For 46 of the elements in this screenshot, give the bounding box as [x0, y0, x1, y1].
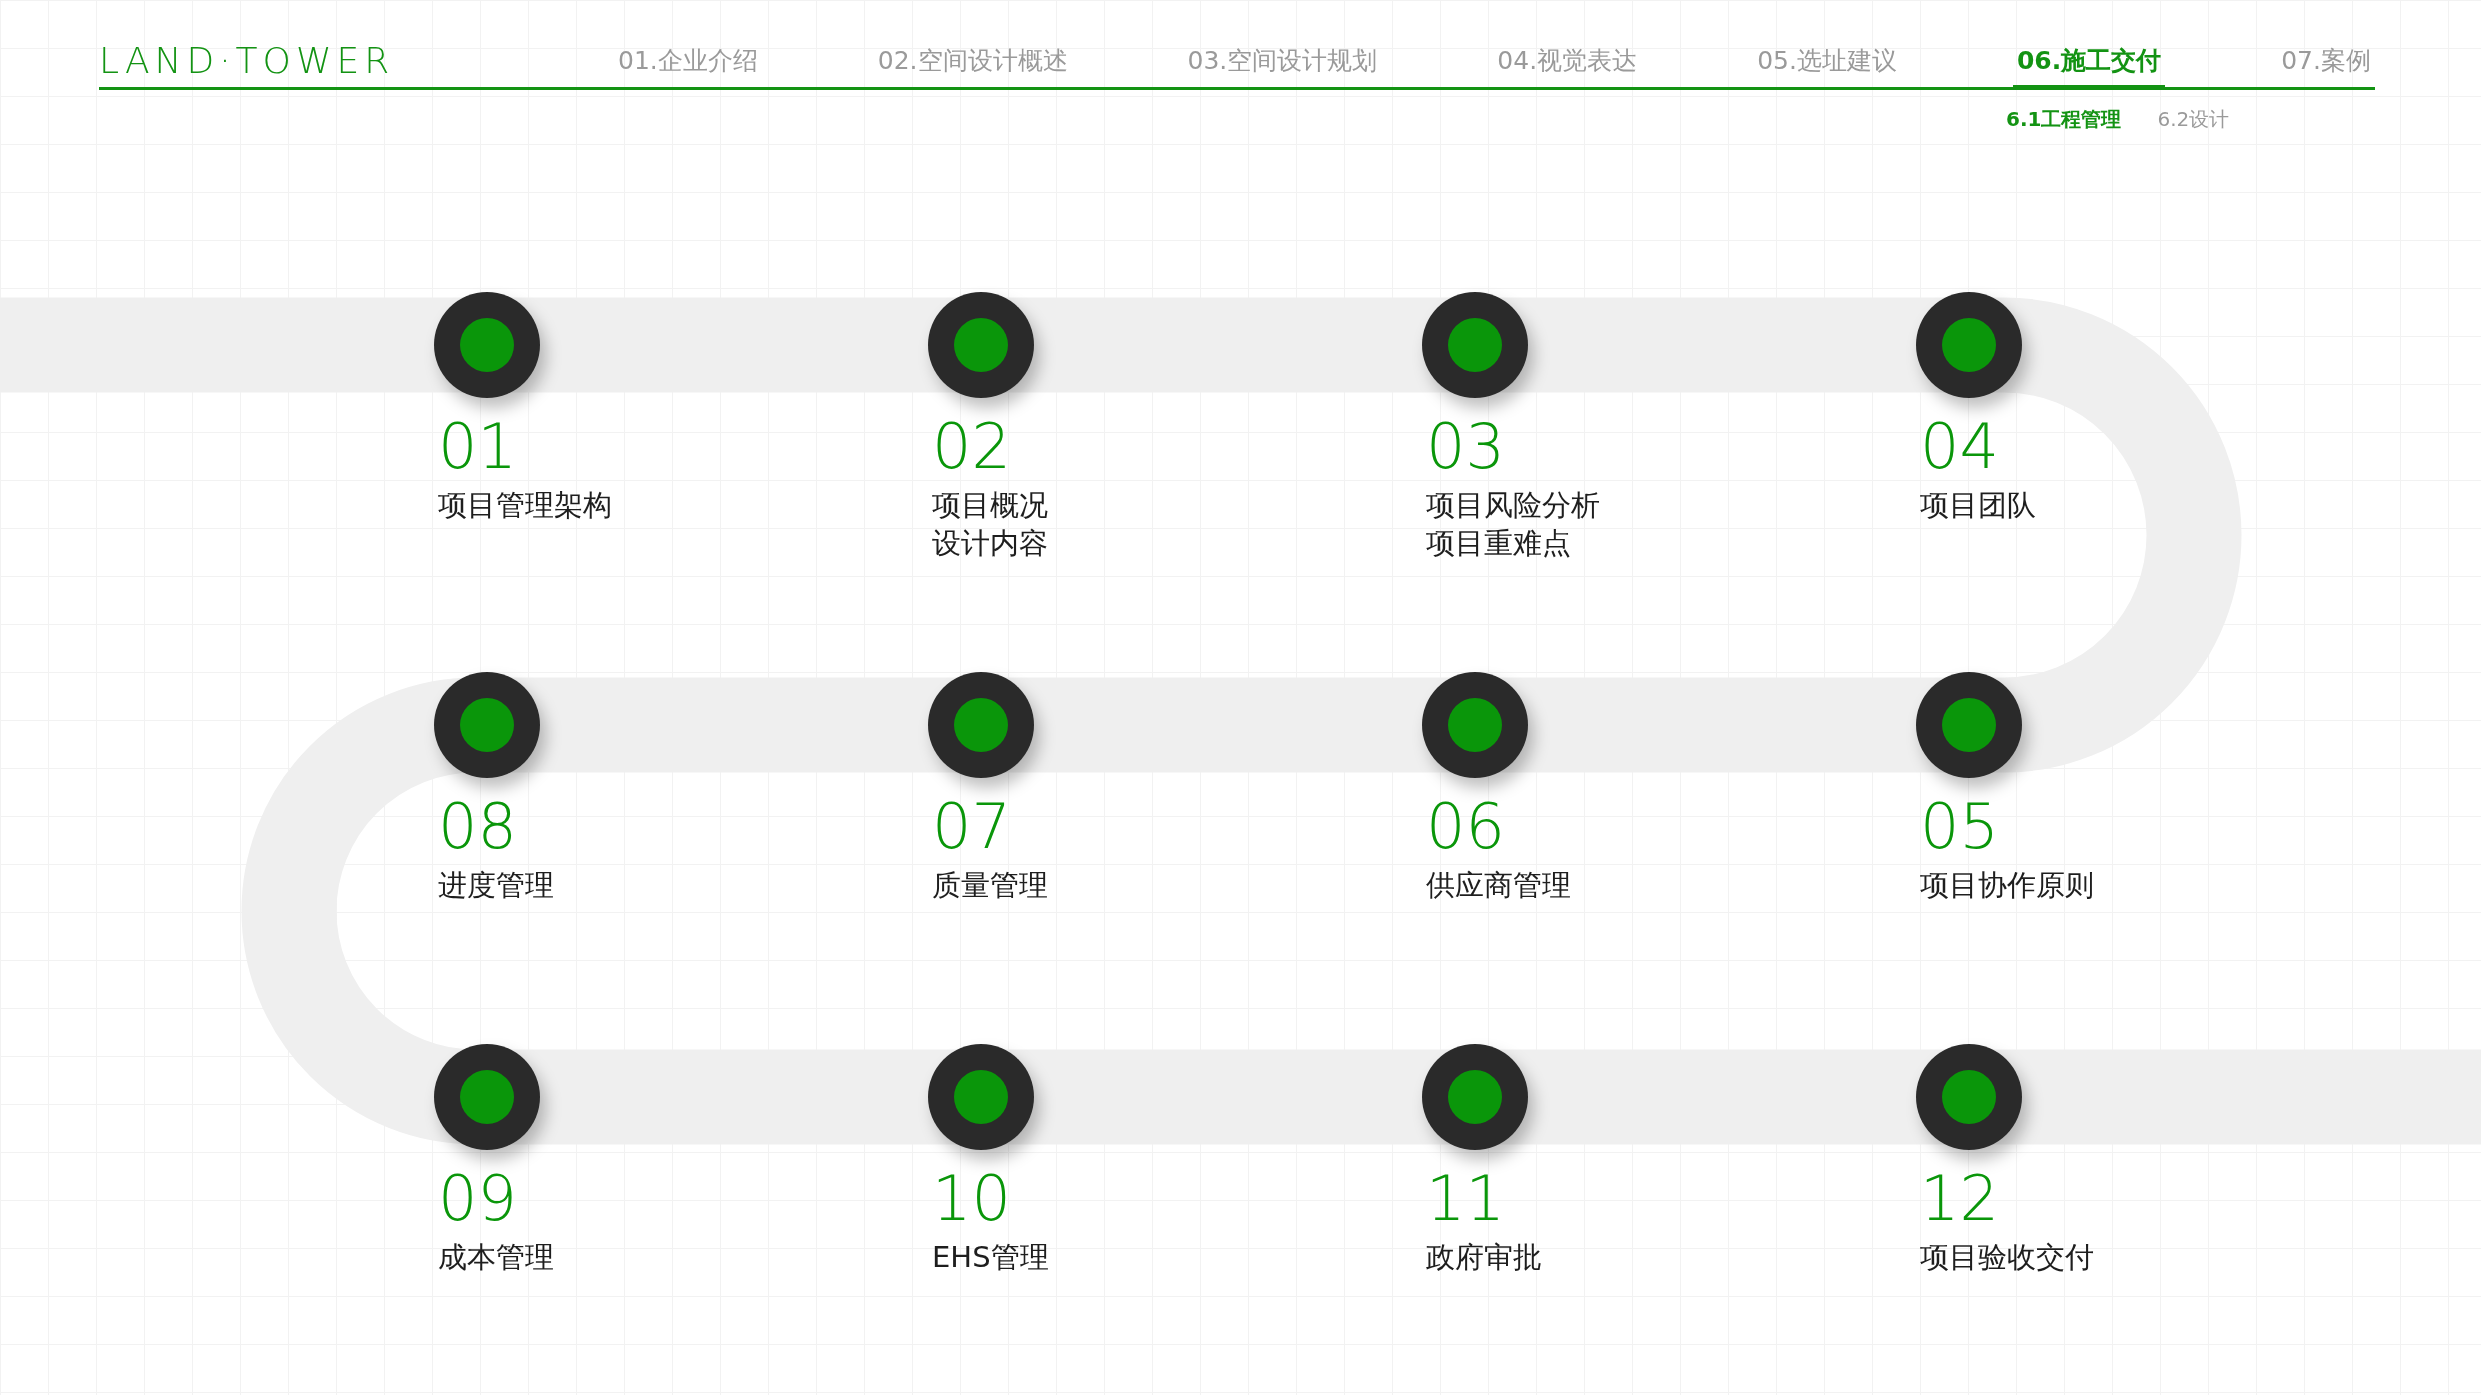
step-number: 02 [932, 416, 1011, 478]
nav-tab[interactable]: 04.视觉表达 [1493, 44, 1642, 90]
step-number: 12 [1920, 1168, 1999, 1230]
step-number: 05 [1920, 796, 1999, 858]
step-number: 11 [1426, 1168, 1505, 1230]
step-label: 供应商管理 [1426, 867, 1571, 904]
node-center-dot [954, 1070, 1008, 1124]
nav-tab[interactable]: 05.选址建议 [1753, 44, 1901, 90]
step-label: EHS管理 [932, 1239, 1049, 1276]
node-center-dot [1448, 698, 1502, 752]
node-center-dot [954, 698, 1008, 752]
step-label: 质量管理 [932, 867, 1048, 904]
step-label: 项目管理架构 [438, 487, 612, 524]
node-center-dot [1942, 318, 1996, 372]
node-center-dot [1448, 1070, 1502, 1124]
nav-tab[interactable]: 07.案例 [2277, 44, 2375, 90]
node-center-dot [954, 318, 1008, 372]
step-number: 06 [1426, 796, 1505, 858]
step-number: 01 [438, 416, 517, 478]
step-number: 04 [1920, 416, 1999, 478]
step-label: 政府审批 [1426, 1239, 1542, 1276]
node-center-dot [1448, 318, 1502, 372]
step-label: 项目风险分析 项目重难点 [1426, 487, 1600, 562]
node-center-dot [460, 318, 514, 372]
step-number: 08 [438, 796, 517, 858]
subnav-tab[interactable]: 6.1工程管理 [2006, 106, 2122, 133]
step-label: 项目协作原则 [1920, 867, 2094, 904]
node-center-dot [460, 1070, 514, 1124]
node-center-dot [1942, 1070, 1996, 1124]
step-number: 10 [932, 1168, 1011, 1230]
node-center-dot [1942, 698, 1996, 752]
nav-tab[interactable]: 02.空间设计概述 [873, 44, 1072, 90]
step-label: 项目概况 设计内容 [932, 487, 1048, 562]
node-center-dot [460, 698, 514, 752]
nav-tab[interactable]: 06.施工交付 [2012, 44, 2166, 90]
step-label: 成本管理 [438, 1239, 554, 1276]
step-number: 09 [438, 1168, 517, 1230]
subnav-tab[interactable]: 6.2设计 [2157, 106, 2230, 133]
nav-tab[interactable]: 01.企业介绍 [614, 44, 762, 90]
step-label: 进度管理 [438, 867, 554, 904]
step-number: 07 [932, 796, 1011, 858]
step-number: 03 [1426, 416, 1505, 478]
step-label: 项目团队 [1920, 487, 2036, 524]
step-label: 项目验收交付 [1920, 1239, 2094, 1276]
logo: LAND·TOWER [99, 40, 396, 83]
nav-tab[interactable]: 03.空间设计规划 [1183, 44, 1382, 90]
